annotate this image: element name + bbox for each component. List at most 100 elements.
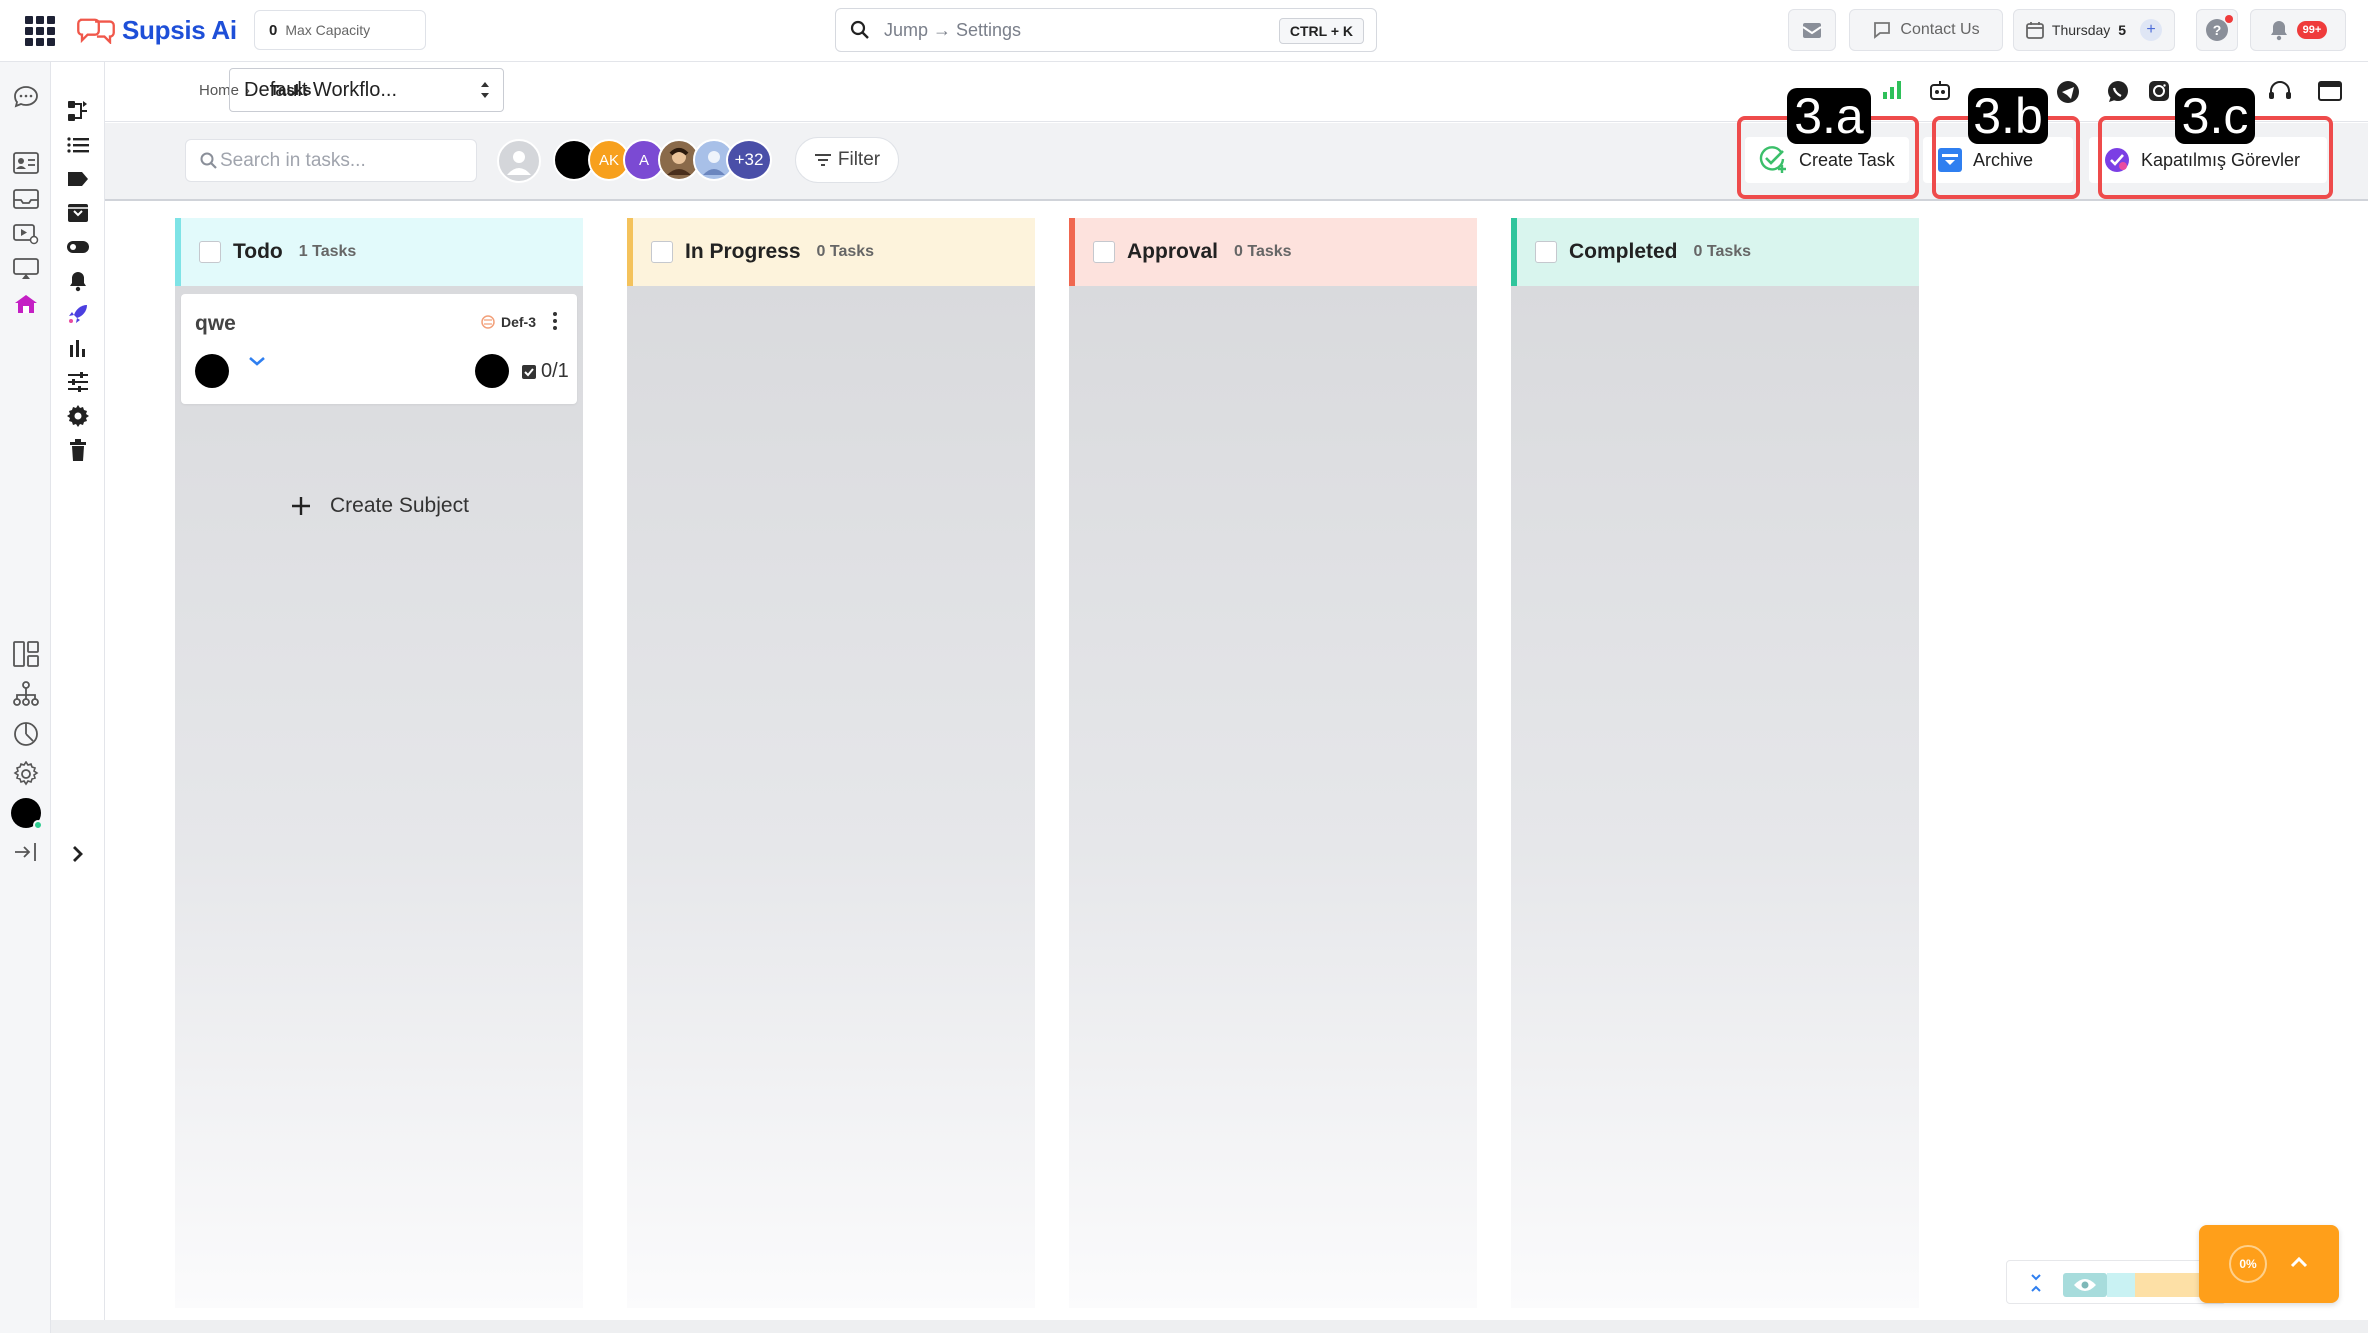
board-column-approval: Approval 0 Tasks — [1069, 218, 1477, 1308]
jump-search[interactable]: Jump → Settings CTRL + K — [835, 8, 1377, 52]
member-avatar-initials: A — [638, 151, 649, 169]
contact-us-label: Contact Us — [1900, 21, 1980, 38]
chevron-up-icon[interactable] — [2289, 1255, 2309, 1269]
task-assignee-avatar[interactable] — [475, 354, 509, 388]
bottom-scrollbar-track[interactable] — [51, 1320, 2368, 1333]
priority-icon — [481, 315, 495, 329]
archive-box-icon[interactable] — [65, 202, 91, 224]
tag-icon[interactable] — [65, 168, 91, 190]
app-logo[interactable]: Supsis Ai — [76, 12, 237, 48]
eye-icon — [2074, 1279, 2096, 1291]
monitor-icon[interactable] — [13, 258, 39, 280]
help-icon: ? — [2206, 19, 2228, 41]
column-select-checkbox[interactable] — [1535, 241, 1557, 263]
workflow-icon[interactable] — [65, 98, 91, 124]
calendar-day-button[interactable]: Thursday 5 + — [2013, 9, 2175, 51]
collapse-icon[interactable] — [2029, 1273, 2043, 1293]
filter-button[interactable]: Filter — [795, 137, 899, 183]
bar-chart-icon[interactable] — [65, 336, 91, 360]
instagram-icon[interactable] — [2148, 80, 2170, 107]
column-task-count: 0 Tasks — [1234, 243, 1292, 260]
bell-icon[interactable] — [65, 269, 91, 293]
more-members-count: +32 — [734, 150, 764, 169]
help-button[interactable]: ? — [2196, 9, 2238, 51]
settings-gear-icon[interactable] — [12, 760, 40, 788]
column-body — [1511, 286, 1919, 1308]
create-subject-button[interactable]: Create Subject — [290, 494, 469, 518]
annotation-label-c: 3.c — [2175, 88, 2255, 144]
chat-icon[interactable] — [13, 84, 39, 110]
org-chart-icon[interactable] — [12, 680, 40, 708]
unassigned-avatar[interactable] — [497, 139, 541, 183]
calendar-icon — [2026, 22, 2044, 39]
board-column-completed: Completed 0 Tasks — [1511, 218, 1919, 1308]
contacts-card-icon[interactable] — [13, 152, 39, 174]
search-icon — [200, 152, 217, 169]
task-name: qwe — [195, 312, 236, 335]
toggle-icon[interactable] — [65, 236, 91, 258]
progress-percent: 0% — [2229, 1245, 2267, 1283]
column-select-checkbox[interactable] — [651, 241, 673, 263]
signal-bars-icon — [1882, 78, 1902, 102]
column-title: Todo — [233, 240, 283, 263]
chevron-right-icon[interactable] — [65, 842, 91, 866]
task-menu-icon[interactable] — [553, 312, 557, 330]
contact-us-button[interactable]: Contact Us — [1849, 9, 2003, 51]
logo-mark-icon — [77, 18, 115, 44]
checklist-progress: 0/1 — [521, 360, 569, 383]
column-header: In Progress 0 Tasks — [627, 218, 1035, 286]
headset-icon[interactable] — [2268, 80, 2292, 107]
telegram-icon[interactable] — [2056, 80, 2080, 109]
column-body — [1069, 286, 1477, 1308]
task-search-input[interactable]: Search in tasks... — [185, 139, 477, 182]
app-name: Supsis Ai — [122, 14, 237, 45]
bell-icon — [2270, 21, 2287, 41]
whatsapp-icon[interactable] — [2106, 80, 2130, 109]
capacity-value: 0 — [269, 21, 278, 39]
create-subject-label: Create Subject — [330, 494, 469, 517]
sliders-icon[interactable] — [65, 370, 91, 394]
column-select-checkbox[interactable] — [1093, 241, 1115, 263]
visibility-toggle[interactable] — [2063, 1273, 2107, 1297]
logout-icon[interactable] — [12, 841, 40, 863]
task-owner-avatar[interactable] — [195, 354, 229, 388]
progress-widget[interactable]: 0% — [2199, 1225, 2339, 1303]
capacity-indicator[interactable]: 0 Max Capacity — [254, 10, 426, 50]
filter-icon — [814, 154, 831, 166]
bot-icon[interactable] — [1928, 80, 1952, 107]
user-avatar[interactable] — [11, 798, 43, 830]
task-card[interactable]: qwe Def-3 0/1 — [181, 294, 577, 404]
column-task-count: 0 Tasks — [1693, 243, 1752, 260]
task-code-badge: Def-3 — [481, 314, 536, 330]
chevron-down-icon[interactable] — [247, 354, 267, 368]
search-icon — [850, 20, 869, 39]
gear-icon[interactable] — [65, 404, 91, 428]
task-search-placeholder: Search in tasks... — [220, 149, 366, 171]
clock-chart-icon[interactable] — [12, 720, 40, 748]
more-members-avatar[interactable]: +32 — [726, 139, 772, 181]
home-icon[interactable] — [14, 293, 38, 315]
jump-placeholder: Jump → Settings — [884, 19, 1022, 40]
board-column-in-progress: In Progress 0 Tasks — [627, 218, 1035, 1308]
column-title: Completed — [1569, 240, 1678, 263]
column-select-checkbox[interactable] — [199, 241, 221, 263]
media-settings-icon[interactable] — [13, 222, 39, 246]
column-visibility-bar — [2006, 1260, 2226, 1304]
layout-panels-icon[interactable] — [12, 640, 40, 668]
trash-icon[interactable] — [65, 438, 91, 462]
member-avatar-initials: AK — [598, 151, 619, 169]
inbox-tray-icon[interactable] — [13, 187, 39, 211]
apps-grid-icon[interactable] — [25, 16, 55, 46]
inbox-button[interactable] — [1788, 9, 1836, 51]
annotation-label-b: 3.b — [1968, 88, 2048, 144]
list-icon[interactable] — [65, 134, 91, 156]
column-segment-todo[interactable] — [2107, 1273, 2135, 1297]
column-segment-in-progress[interactable] — [2135, 1273, 2201, 1297]
annotation-label-a: 3.a — [1787, 88, 1871, 144]
notifications-badge: 99+ — [2296, 21, 2328, 39]
add-event-icon[interactable]: + — [2140, 19, 2163, 41]
notifications-button[interactable]: 99+ — [2250, 9, 2346, 51]
workflow-select[interactable]: Default Workflo... — [229, 68, 504, 112]
window-icon[interactable] — [2318, 80, 2342, 107]
rocket-icon[interactable] — [65, 302, 91, 326]
